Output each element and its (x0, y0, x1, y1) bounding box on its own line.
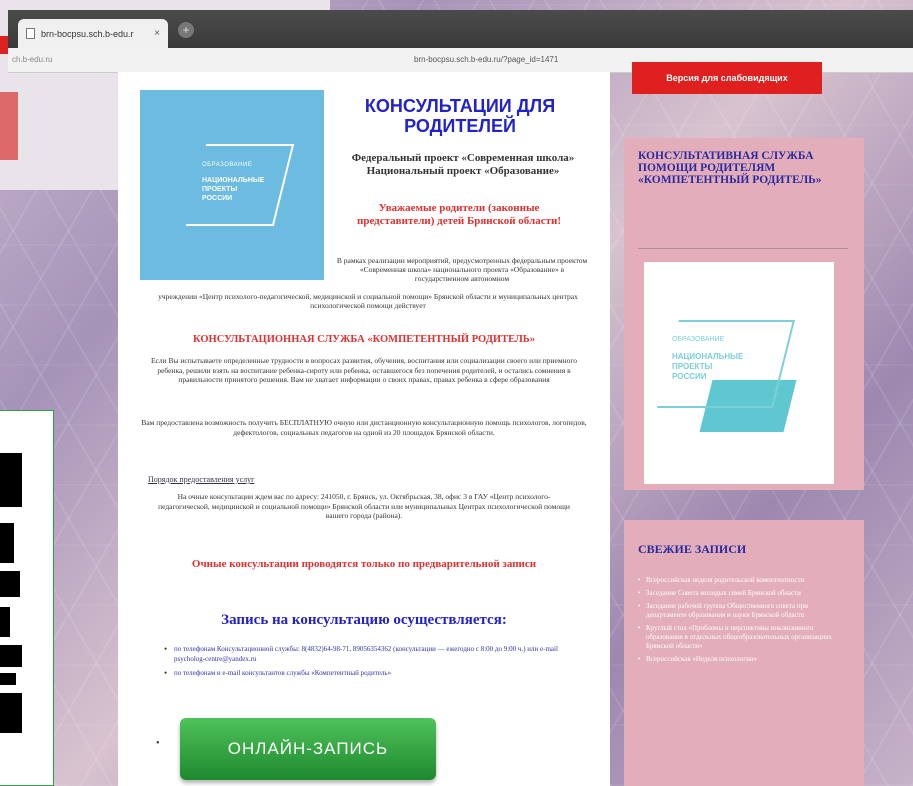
recent-post-link[interactable]: Всероссийская «Неделя психологии» (638, 655, 848, 664)
recent-post-link[interactable]: Всероссийская неделя родительской компет… (638, 576, 848, 585)
service-heading: КОНСУЛЬТАЦИОННАЯ СЛУЖБА «КОМПЕТЕНТНЫЙ РО… (193, 334, 535, 345)
close-tab-icon[interactable]: × (154, 28, 160, 39)
greeting-text: Уважаемые родители (законные представите… (356, 202, 561, 227)
intro-paragraph-2: учреждении «Центр психолого-педагогическ… (158, 292, 578, 310)
web-page: ОБРАЗОВАНИЕ НАЦИОНАЛЬНЫЕ ПРОЕКТЫ РОССИИ … (8, 62, 913, 786)
page-title: КОНСУЛЬТАЦИИ ДЛЯ РОДИТЕЛЕЙ (364, 96, 556, 136)
low-vision-version-button[interactable]: Версия для слабовидящих (632, 62, 822, 94)
address-url[interactable]: brn-bocpsu.sch.b-edu.ru/?page_id=1471 (414, 55, 558, 64)
tab-bar: brn-bocpsu.sch.b-edu.r × + (8, 10, 913, 48)
address-paragraph: На очные консультации ждем вас по адресу… (158, 492, 570, 520)
browser-tab[interactable]: brn-bocpsu.sch.b-edu.r × (18, 19, 168, 48)
banner-main-text: НАЦИОНАЛЬНЫЕ ПРОЕКТЫ РОССИИ (672, 352, 744, 381)
list-item[interactable]: по телефонам Консультационной службы: 8(… (164, 644, 584, 664)
logo-main-text: НАЦИОНАЛЬНЫЕ ПРОЕКТЫ РОССИИ (202, 177, 265, 202)
qr-code-module (0, 453, 22, 507)
browser-window: brn-bocpsu.sch.b-edu.r × + ch.b-edu.ru b… (8, 10, 913, 786)
qr-code-module (0, 673, 16, 685)
divider (638, 248, 848, 249)
problems-paragraph: Если Вы испытываете определенные труднос… (150, 356, 578, 384)
article-content: ОБРАЗОВАНИЕ НАЦИОНАЛЬНЫЕ ПРОЕКТЫ РОССИИ … (118, 72, 610, 786)
national-projects-logo: ОБРАЗОВАНИЕ НАЦИОНАЛЬНЫЕ ПРОЕКТЫ РОССИИ (140, 90, 324, 280)
recent-posts-widget: СВЕЖИЕ ЗАПИСИ Всероссийская неделя родит… (624, 520, 864, 786)
signup-methods-list: по телефонам Консультационной службы: 8(… (164, 644, 584, 682)
appointment-warning: Очные консультации проводятся только по … (191, 558, 537, 570)
recent-post-link[interactable]: Заседание Совета молодых семей Брянской … (638, 589, 848, 598)
qr-code-module (0, 571, 20, 597)
logo-small-text: ОБРАЗОВАНИЕ (202, 162, 253, 168)
recent-posts-list: Всероссийская неделя родительской компет… (638, 576, 848, 668)
tab-title: brn-bocpsu.sch.b-edu.r (41, 28, 134, 39)
recent-posts-title: СВЕЖИЕ ЗАПИСИ (638, 542, 747, 556)
qr-code-module (0, 693, 22, 733)
recent-post-link[interactable]: Круглый стол «Проблемы и перспективы инк… (638, 624, 848, 651)
qr-code-module (0, 645, 22, 667)
service-widget: КОНСУЛЬТАТИВНАЯ СЛУЖБА ПОМОЩИ РОДИТЕЛЯМ … (624, 138, 864, 490)
recent-post-link[interactable]: Заседание рабочей группы Общественного с… (638, 602, 848, 620)
new-tab-button[interactable]: + (178, 22, 194, 38)
free-consultation-paragraph: Вам предоставлена возможность получить Б… (141, 418, 587, 437)
list-item: по телефонам и e-mail консультантов служ… (164, 668, 584, 678)
sidebar: Версия для слабовидящих КОНСУЛЬТАТИВНАЯ … (618, 62, 868, 786)
project-subtitle: Федеральный проект «Современная школа» Н… (351, 152, 575, 177)
online-signup-button[interactable]: ОНЛАЙН-ЗАПИСЬ (180, 718, 436, 780)
qr-code-module (0, 523, 14, 563)
services-order-link[interactable]: Порядок предоставления услуг (148, 475, 254, 484)
widget-title[interactable]: КОНСУЛЬТАТИВНАЯ СЛУЖБА ПОМОЩИ РОДИТЕЛЯМ … (638, 150, 848, 186)
page-icon (26, 28, 35, 39)
signup-heading: Запись на консультацию осуществляется: (221, 612, 507, 628)
qr-code-overlay (0, 410, 54, 786)
banner-small-text: ОБРАЗОВАНИЕ (672, 336, 725, 343)
national-projects-banner[interactable]: ОБРАЗОВАНИЕ НАЦИОНАЛЬНЫЕ ПРОЕКТЫ РОССИИ (644, 262, 834, 484)
qr-code-module (0, 607, 10, 637)
bullet-marker: • (156, 738, 160, 749)
intro-paragraph-1: В рамках реализации мероприятий, предусм… (336, 256, 588, 283)
address-left-fragment: ch.b-edu.ru (12, 55, 53, 64)
